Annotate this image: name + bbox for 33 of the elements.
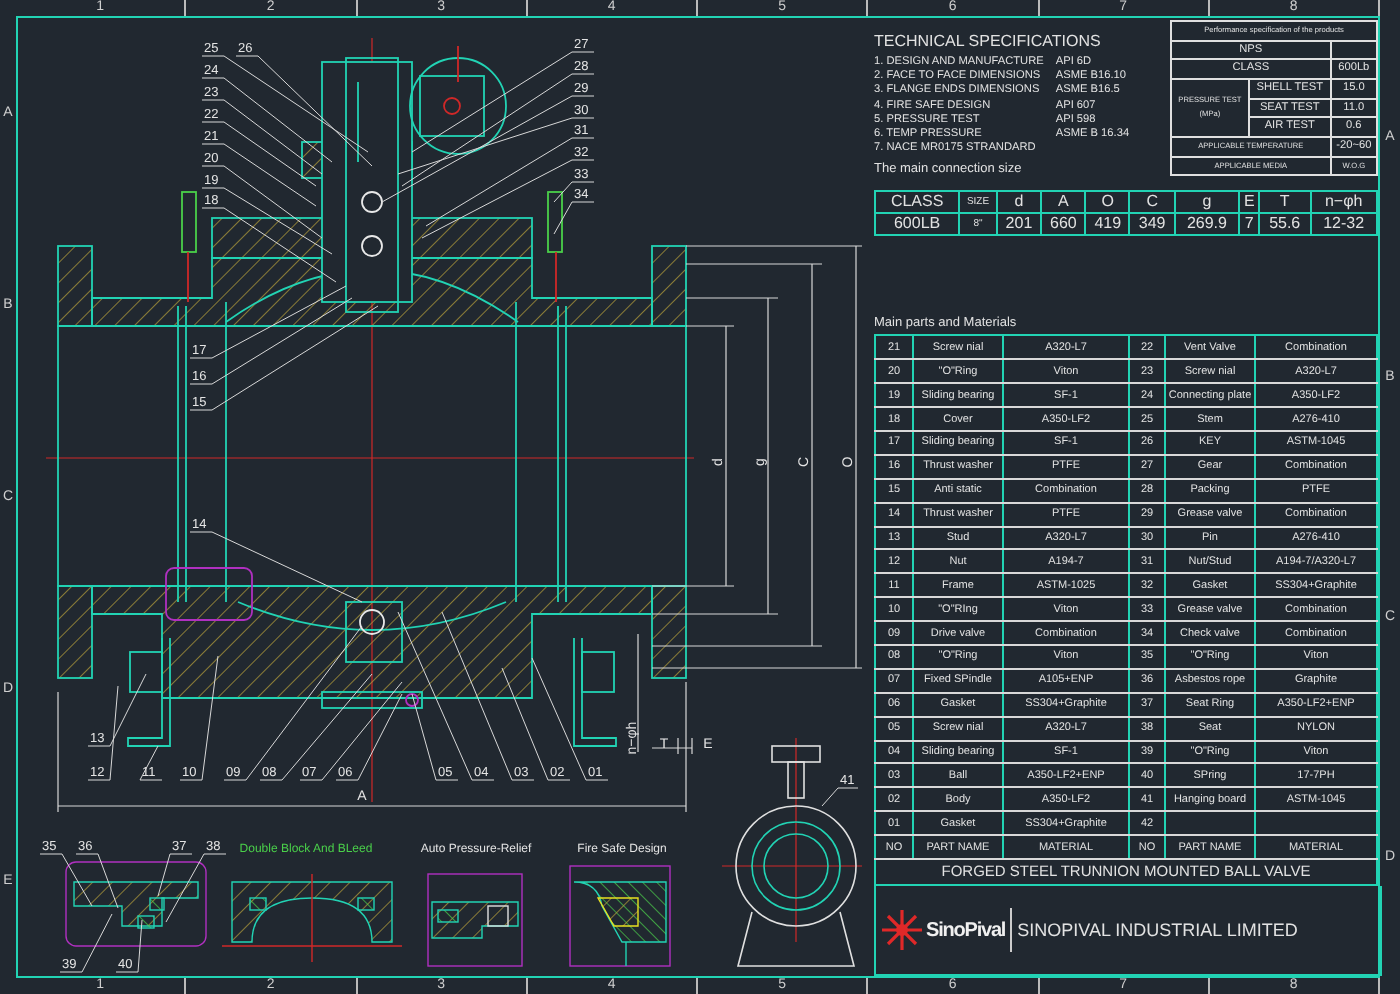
table-header-cell: d — [996, 191, 1042, 214]
table-cell: 600LB — [875, 213, 960, 236]
leader-line — [821, 787, 859, 807]
table-header-cell: C — [1129, 191, 1175, 214]
pressure-relief-detail-drawing — [427, 873, 523, 967]
table-header-cell: E — [1239, 191, 1260, 214]
table-cell: 55.6 — [1259, 213, 1311, 236]
fire-safe-detail-drawing — [569, 865, 671, 967]
company-name: SINOPIVAL INDUSTRIAL LIMITED — [1017, 920, 1298, 940]
leader-line — [531, 657, 609, 781]
table-cell: 419 — [1085, 213, 1130, 236]
table-cell: 12-32 — [1310, 213, 1377, 236]
table-cell: 7 — [1239, 213, 1260, 236]
flower-logo-icon — [880, 908, 924, 952]
leader-line — [201, 207, 337, 283]
table-header-cell: n−φh — [1310, 191, 1377, 214]
leader-line — [201, 187, 333, 255]
table-header-cell: T — [1259, 191, 1311, 214]
leader-line — [179, 655, 219, 781]
leader-line — [201, 77, 333, 163]
table-cell: 349 — [1129, 213, 1175, 236]
logo-text: SinoPival — [926, 919, 1006, 941]
leader-line — [39, 853, 93, 907]
table-header-cell: A — [1041, 191, 1086, 214]
table-header-cell: g — [1174, 191, 1240, 214]
table-cell: 660 — [1041, 213, 1086, 236]
table-cell: 201 — [996, 213, 1042, 236]
table-header-cell: CLASS — [875, 191, 960, 214]
seat-detail-drawing — [65, 861, 207, 947]
specifications-title: TECHNICAL SPECIFICATIONS — [874, 32, 1103, 50]
table-header-cell: O — [1085, 191, 1130, 214]
table-cell: 269.9 — [1174, 213, 1240, 236]
leader-line — [75, 853, 119, 909]
